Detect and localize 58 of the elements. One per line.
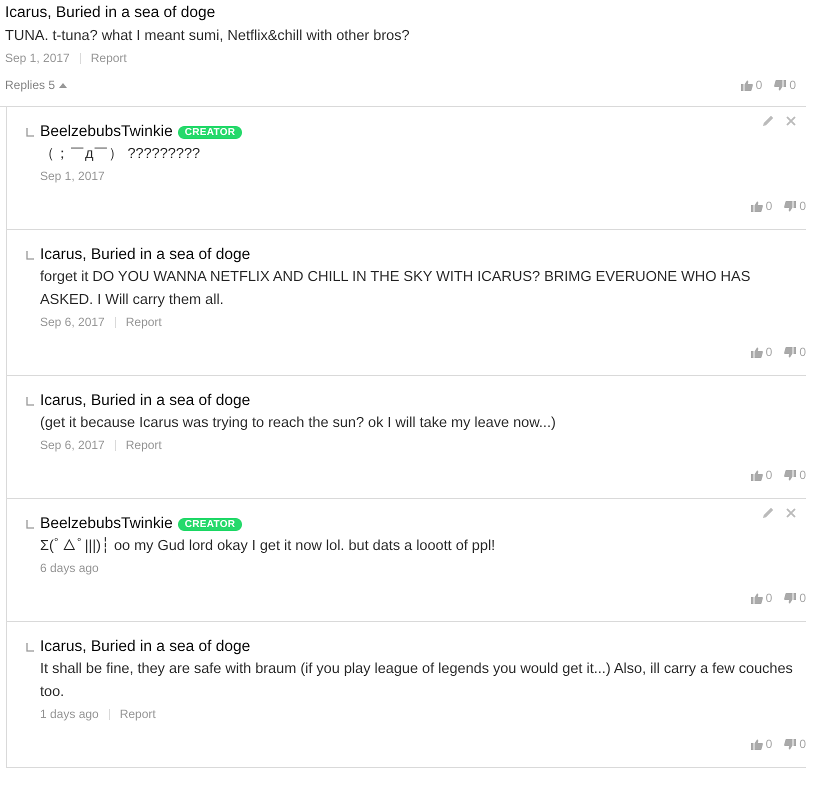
thumbs-down-icon bbox=[784, 470, 796, 480]
thumbs-down-icon bbox=[784, 346, 796, 358]
like-button[interactable]: 0 bbox=[750, 199, 772, 213]
reply-text: Σ(ﾟ△ﾟ|||)┆ oo my Gud lord okay I get it now lol. but dats a looott of ppl! bbox=[40, 536, 496, 556]
reply-connector-icon bbox=[26, 643, 34, 652]
like-button[interactable]: 0 bbox=[750, 737, 772, 751]
like-button[interactable]: 0 bbox=[750, 468, 772, 482]
thumbs-up-icon bbox=[750, 738, 763, 750]
reply-text: It shall be fine, they are safe with braum (if you play league of legends you would get it...) Also, ill carry a few couches too. bbox=[40, 660, 794, 702]
reply-date: Sep 6, 2017 bbox=[40, 314, 105, 331]
thumbs-down-icon bbox=[784, 738, 796, 750]
reply-date: Sep 1, 2017 bbox=[40, 168, 105, 185]
thumbs-up-icon bbox=[750, 592, 763, 604]
thumbs-up-icon bbox=[750, 346, 763, 358]
dislike-button[interactable]: 0 bbox=[774, 78, 796, 92]
reply-date: 6 days ago bbox=[40, 560, 99, 577]
dislike-button[interactable]: 0 bbox=[784, 737, 806, 751]
replies-toggle[interactable]: Replies 5 bbox=[5, 78, 68, 92]
reply-text: (get it because Icarus was trying to reach the sun? ok I will take my leave now...) bbox=[40, 414, 557, 433]
dislike-button[interactable]: 0 bbox=[784, 468, 806, 482]
report-link[interactable]: Report bbox=[90, 48, 127, 68]
reply-connector-icon bbox=[26, 251, 34, 260]
author-name: Icarus, Buried in a sea of doge bbox=[40, 637, 250, 657]
reply-connector-icon bbox=[26, 397, 34, 406]
report-link[interactable]: Report bbox=[126, 435, 162, 455]
reply-text: forget it DO YOU WANNA NETFLIX AND CHILL IN THE SKY WITH ICARUS? BRIMG EVERUONE WHO HAS ASKED. I Will carry them all. bbox=[40, 268, 752, 310]
comment-date: Sep 1, 2017 bbox=[5, 50, 70, 67]
dislike-button[interactable]: 0 bbox=[784, 199, 806, 213]
author-name: Icarus, Buried in a sea of doge bbox=[5, 3, 216, 23]
reply-connector-icon bbox=[26, 520, 34, 529]
like-button[interactable]: 0 bbox=[750, 591, 772, 605]
creator-badge: CREATOR bbox=[178, 126, 242, 138]
comment-text: TUNA. t-tuna? what I meant sumi, Netflix&chill with other bros? bbox=[5, 27, 411, 46]
author-name: BeelzebubsTwinkie bbox=[40, 122, 173, 142]
report-link[interactable]: Report bbox=[120, 704, 156, 724]
author-name: Icarus, Buried in a sea of doge bbox=[40, 391, 250, 411]
edit-icon[interactable] bbox=[763, 115, 774, 126]
reply-date: 1 days ago bbox=[40, 706, 99, 723]
like-button[interactable]: 0 bbox=[750, 345, 772, 359]
like-button[interactable]: 0 bbox=[740, 78, 762, 92]
close-icon[interactable] bbox=[786, 116, 796, 126]
edit-icon[interactable] bbox=[763, 507, 774, 518]
creator-badge: CREATOR bbox=[178, 518, 242, 530]
close-icon[interactable] bbox=[786, 508, 796, 518]
thumbs-down-icon bbox=[784, 592, 796, 604]
thumbs-up-icon bbox=[740, 80, 753, 90]
dislike-button[interactable]: 0 bbox=[784, 345, 806, 359]
thumbs-down-icon bbox=[784, 200, 796, 212]
report-link[interactable]: Report bbox=[126, 312, 162, 332]
dislike-button[interactable]: 0 bbox=[784, 591, 806, 605]
author-name: BeelzebubsTwinkie bbox=[40, 514, 173, 534]
thumbs-up-icon bbox=[750, 200, 763, 212]
thumbs-up-icon bbox=[750, 470, 763, 480]
reply-connector-icon bbox=[26, 128, 34, 137]
thumbs-down-icon bbox=[774, 80, 786, 90]
reply-date: Sep 6, 2017 bbox=[40, 437, 105, 454]
author-name: Icarus, Buried in a sea of doge bbox=[40, 245, 250, 265]
reply-text: （；￣д￣） ????????? bbox=[40, 145, 202, 164]
